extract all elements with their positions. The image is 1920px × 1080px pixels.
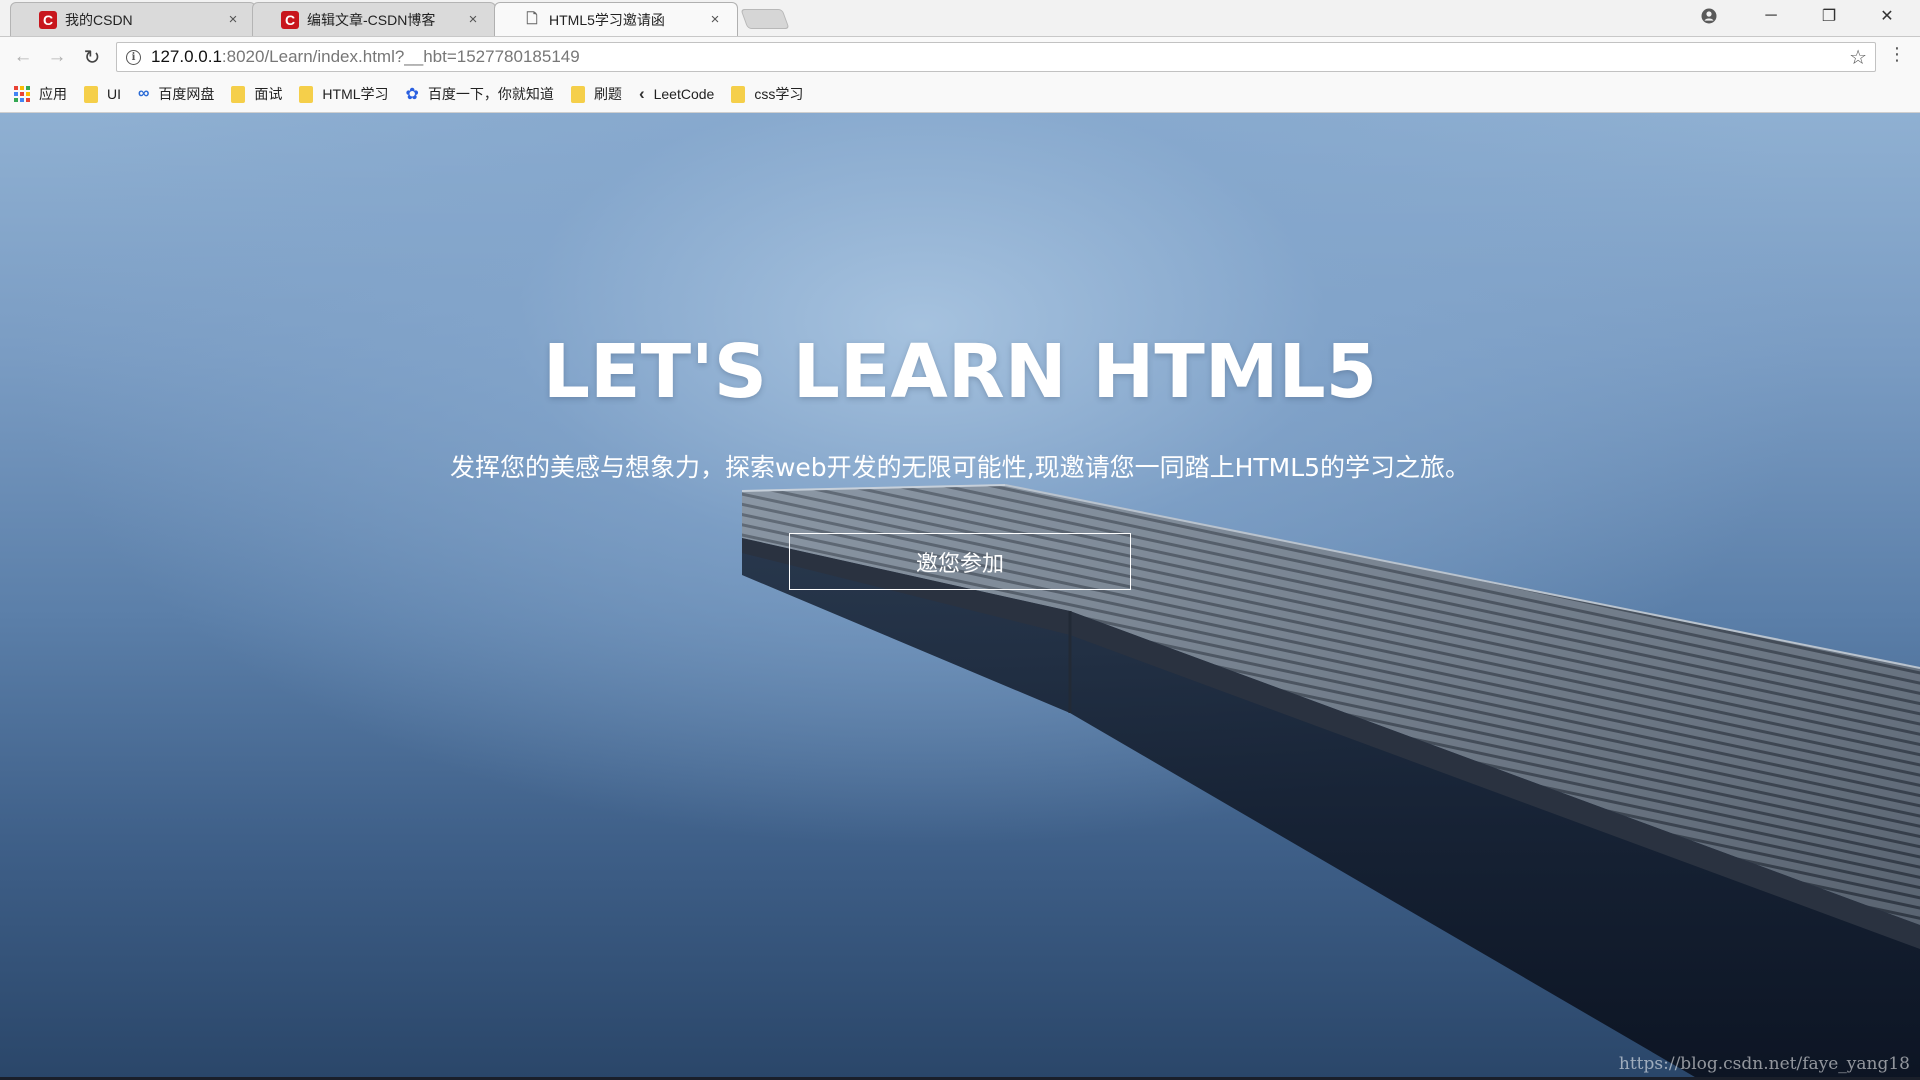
minimize-button[interactable]: ─ — [1742, 0, 1800, 32]
tab-title: 编辑文章-CSDN博客 — [307, 11, 436, 28]
menu-icon[interactable]: ⋮ — [1888, 45, 1906, 63]
folder-icon — [731, 85, 746, 103]
browser-toolbar: ← → ↻ i 127.0.0.1 :8020/Learn/index.html… — [0, 36, 1920, 76]
url-host: 127.0.0.1 — [151, 47, 222, 66]
hero-title: LET'S LEARN HTML5 — [542, 329, 1378, 415]
bookmark-baidu-netdisk[interactable]: ∞ 百度网盘 — [138, 84, 214, 104]
bookmark-ui[interactable]: UI — [84, 85, 121, 103]
back-button[interactable]: ← — [10, 45, 36, 69]
folder-icon — [299, 85, 314, 103]
watermark: https://blog.csdn.net/faye_yang18 — [1618, 1054, 1910, 1074]
bookmark-baidu[interactable]: ✿ 百度一下，你就知道 — [406, 84, 554, 104]
account-icon[interactable] — [1680, 0, 1738, 32]
folder-icon — [84, 85, 98, 103]
baidu-netdisk-icon: ∞ — [138, 85, 150, 102]
close-window-button[interactable]: ✕ — [1858, 0, 1916, 32]
folder-icon — [570, 85, 585, 103]
bookmark-star-icon[interactable]: ☆ — [1849, 45, 1867, 70]
tab-title: HTML5学习邀请函 — [549, 11, 665, 28]
pier-background-image — [741, 484, 1920, 1080]
bookmark-label: 面试 — [254, 86, 283, 102]
folder-icon — [231, 85, 246, 103]
restore-button[interactable]: ❐ — [1800, 0, 1858, 32]
address-bar[interactable]: i 127.0.0.1 :8020/Learn/index.html?__hbt… — [116, 42, 1876, 72]
bookmark-label: UI — [107, 86, 121, 102]
bookmark-label: css学习 — [754, 86, 804, 102]
leetcode-icon: ‹ — [638, 84, 645, 103]
info-icon[interactable]: i — [126, 49, 141, 65]
tab-my-csdn[interactable]: C 我的CSDN × — [10, 2, 256, 36]
join-button[interactable]: 邀您参加 — [789, 533, 1131, 590]
bookmark-label: 百度一下，你就知道 — [427, 86, 554, 102]
bookmark-label: LeetCode — [653, 86, 715, 102]
baidu-paw-icon: ✿ — [405, 86, 419, 103]
bookmark-label: 应用 — [39, 86, 67, 102]
bookmark-leetcode[interactable]: ‹ LeetCode — [639, 84, 714, 104]
bookmark-html-learning[interactable]: HTML学习 — [299, 84, 389, 104]
tab-html5-invitation[interactable]: 🗋 HTML5学习邀请函 × — [494, 2, 738, 36]
page-viewport: LET'S LEARN HTML5 发挥您的美感与想象力，探索web开发的无限可… — [0, 113, 1920, 1080]
reload-button[interactable]: ↻ — [79, 45, 105, 69]
tab-title: 我的CSDN — [65, 11, 133, 28]
bookmark-interview[interactable]: 面试 — [231, 84, 282, 104]
forward-button[interactable]: → — [44, 45, 70, 69]
csdn-icon: C — [281, 10, 299, 29]
account-glyph — [1701, 8, 1717, 24]
new-tab-button[interactable] — [740, 9, 790, 29]
hero-subtitle: 发挥您的美感与想象力，探索web开发的无限可能性,现邀请您一同踏上HTML5的学… — [449, 453, 1471, 482]
bookmark-practice[interactable]: 刷题 — [570, 84, 622, 104]
bookmark-apps[interactable]: 应用 — [14, 84, 67, 104]
page-icon: 🗋 — [526, 9, 538, 26]
close-icon[interactable]: × — [707, 11, 723, 28]
url-path: :8020/Learn/index.html?__hbt=15277801851… — [221, 47, 580, 66]
bookmark-css-learning[interactable]: css学习 — [731, 84, 803, 104]
tab-edit-article[interactable]: C 编辑文章-CSDN博客 × — [252, 2, 496, 36]
tab-strip: C 我的CSDN × C 编辑文章-CSDN博客 × 🗋 HTML5学习邀请函 … — [0, 0, 1920, 36]
bookmark-label: HTML学习 — [322, 86, 389, 102]
close-icon[interactable]: × — [465, 11, 481, 28]
bookmark-label: 百度网盘 — [158, 86, 215, 102]
bookmark-label: 刷题 — [593, 86, 622, 102]
bookmarks-bar: 应用 UI ∞ 百度网盘 面试 HTML学习 ✿ 百度一下，你就知道 刷题 ‹ … — [0, 76, 1920, 113]
csdn-icon: C — [39, 10, 57, 29]
close-icon[interactable]: × — [225, 11, 241, 28]
apps-icon — [14, 86, 30, 102]
